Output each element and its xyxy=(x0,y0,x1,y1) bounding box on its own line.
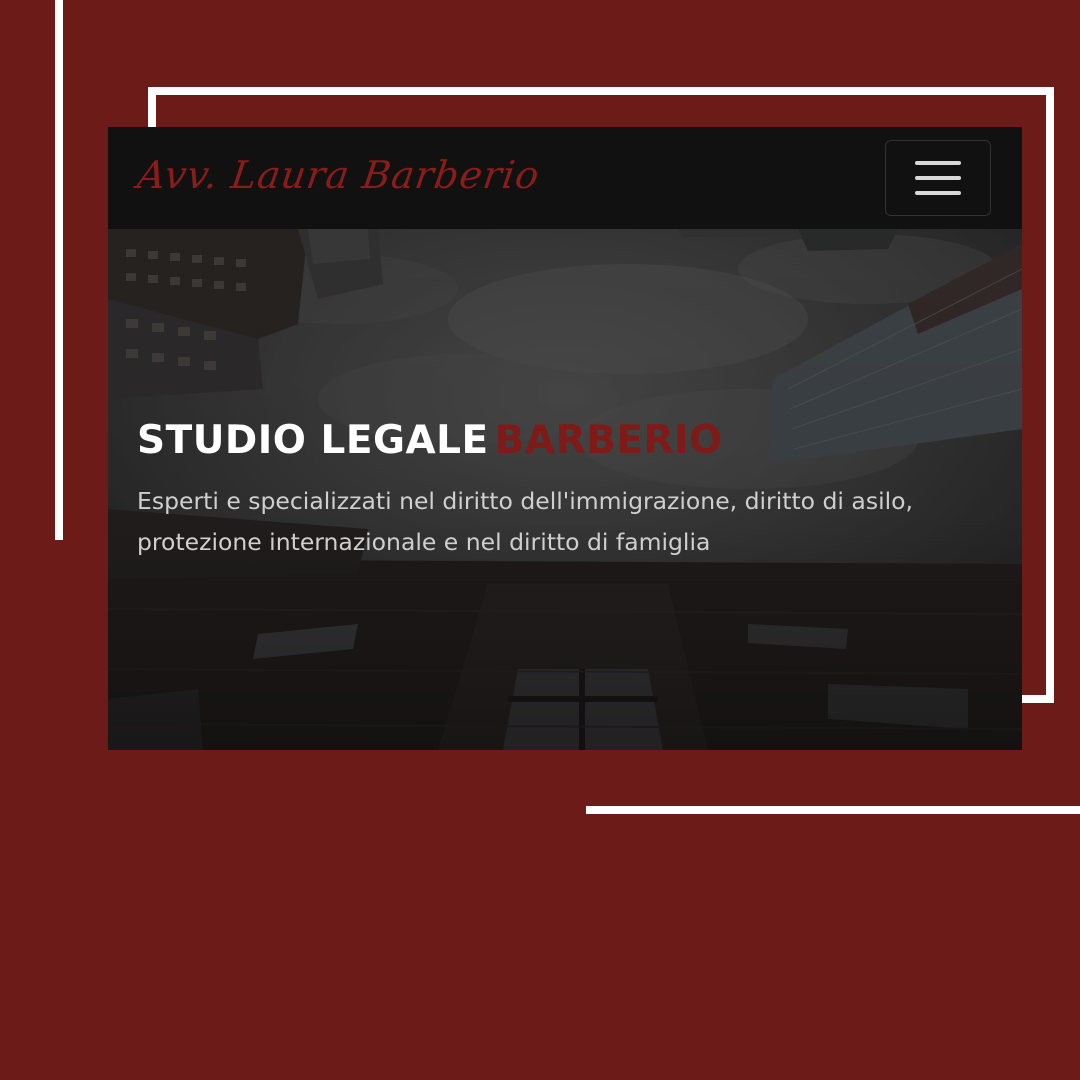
hero-subtitle: Esperti e specializzati nel diritto dell… xyxy=(137,487,913,556)
hamburger-line xyxy=(915,161,961,165)
decorative-vertical-line xyxy=(55,0,63,540)
promo-graphic: Avv. Laura Barberio STUDIO LEGALE BARBER… xyxy=(0,0,1080,1080)
hero-title-accent: BARBERIO xyxy=(494,418,723,463)
hamburger-line xyxy=(915,191,961,195)
hamburger-line xyxy=(915,176,961,180)
hero-section: STUDIO LEGALE BARBERIO Esperti e speciali… xyxy=(108,229,1022,750)
hero-title: STUDIO LEGALE BARBERIO xyxy=(137,421,937,460)
navbar: Avv. Laura Barberio xyxy=(108,127,1022,229)
brand-logo[interactable]: Avv. Laura Barberio xyxy=(135,153,543,197)
decorative-horizontal-line xyxy=(586,806,1080,814)
menu-toggle-button[interactable] xyxy=(885,140,991,216)
hero-title-main: STUDIO LEGALE xyxy=(137,418,489,463)
website-screenshot: Avv. Laura Barberio STUDIO LEGALE BARBER… xyxy=(108,127,1022,750)
hero-content: STUDIO LEGALE BARBERIO Esperti e speciali… xyxy=(137,421,937,563)
